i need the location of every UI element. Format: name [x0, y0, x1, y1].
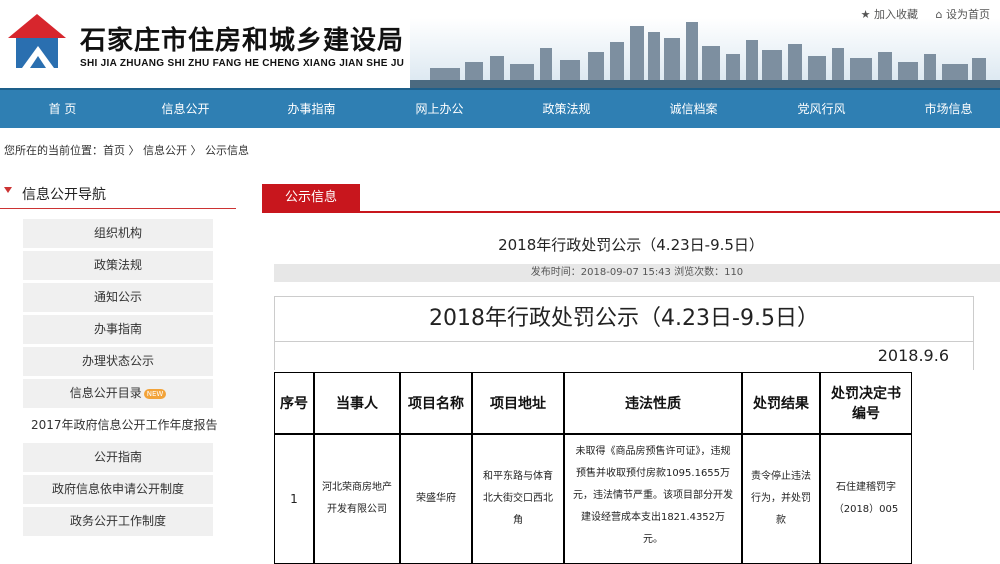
col-header-decision: 处罚决定书编号: [820, 372, 912, 434]
table-date-row: 2018.9.6: [274, 342, 974, 370]
article-title: 2018年行政处罚公示（4.23日-9.5日）: [498, 236, 764, 254]
article-meta: 发布时间：2018-09-07 15:43 浏览次数：110: [274, 264, 1000, 282]
breadcrumb-sep: 〉: [190, 144, 202, 157]
nav-policy[interactable]: 政策法规: [504, 90, 629, 128]
sidebar: 信息公开导航 组织机构 政策法规 通知公示 办事指南 办理状态公示 信息公开目录…: [0, 176, 236, 550]
cell-nature: 未取得《商品房预售许可证》，违规预售并收取预付房款1095.1655万元，违法情…: [564, 434, 742, 564]
cell-party: 河北荣商房地产开发有限公司: [314, 434, 400, 564]
sidebar-item-catalog[interactable]: 信息公开目录 NEW: [23, 379, 213, 408]
breadcrumb-sep: 〉: [128, 144, 140, 157]
top-links: ★ 加入收藏 ⌂ 设为首页: [847, 6, 990, 22]
penalty-table: 2018年行政处罚公示（4.23日-9.5日） 2018.9.6 序号 当事人 …: [274, 296, 974, 564]
sidebar-title: 信息公开导航: [22, 187, 106, 203]
sidebar-item-work-system[interactable]: 政务公开工作制度: [23, 507, 213, 536]
cell-decision: 石住建稽罚字（2018）005: [820, 434, 912, 564]
new-badge: NEW: [143, 388, 167, 399]
nav-info-public[interactable]: 信息公开: [123, 90, 248, 128]
breadcrumb-current: 公示信息: [205, 144, 249, 157]
main-content: 公示信息 2018年行政处罚公示（4.23日-9.5日） 发布时间：2018-0…: [262, 184, 1000, 564]
cell-result: 责令停止违法行为，并处罚款: [742, 434, 820, 564]
tab-underline: [262, 211, 1000, 213]
logo-icon: [8, 14, 66, 68]
tab-public-info[interactable]: 公示信息: [262, 184, 360, 212]
col-header-no: 序号: [274, 372, 314, 434]
nav-online-office[interactable]: 网上办公: [377, 90, 502, 128]
col-header-project: 项目名称: [400, 372, 472, 434]
sidebar-item-org[interactable]: 组织机构: [23, 219, 213, 248]
sidebar-header: 信息公开导航: [0, 176, 236, 209]
nav-credit-archive[interactable]: 诚信档案: [631, 90, 756, 128]
site-pinyin: SHI JIA ZHUANG SHI ZHU FANG HE CHENG XIA…: [80, 58, 405, 69]
sidebar-item-public-guide[interactable]: 公开指南: [23, 443, 213, 472]
add-favorite-link[interactable]: ★ 加入收藏: [861, 8, 918, 21]
col-header-result: 处罚结果: [742, 372, 820, 434]
set-homepage-label: 设为首页: [946, 8, 990, 21]
add-favorite-label: 加入收藏: [874, 8, 919, 21]
sidebar-item-catalog-label: 信息公开目录: [69, 386, 142, 400]
site-header: 石家庄市住房和城乡建设局 SHI JIA ZHUANG SHI ZHU FANG…: [0, 0, 1000, 88]
site-title: 石家庄市住房和城乡建设局: [80, 26, 405, 56]
sidebar-item-guide[interactable]: 办事指南: [23, 315, 213, 344]
sidebar-item-application[interactable]: 政府信息依申请公开制度: [23, 475, 213, 504]
table-date: 2018.9.6: [877, 346, 949, 365]
sidebar-item-annual-report[interactable]: 2017年政府信息公开工作年度报告: [23, 411, 223, 440]
table-title: 2018年行政处罚公示（4.23日-9.5日）: [274, 296, 974, 342]
sidebar-item-notice[interactable]: 通知公示: [23, 283, 213, 312]
sidebar-item-status[interactable]: 办理状态公示: [23, 347, 213, 376]
triangle-down-icon: [4, 187, 12, 193]
nav-conduct[interactable]: 党风行风: [759, 90, 884, 128]
breadcrumb-prefix: 您所在的当前位置：: [4, 144, 103, 157]
cell-project: 荣盛华府: [400, 434, 472, 564]
nav-market-info[interactable]: 市场信息: [886, 90, 1000, 128]
breadcrumb-home[interactable]: 首页: [103, 144, 125, 157]
breadcrumb-info-public[interactable]: 信息公开: [143, 144, 187, 157]
breadcrumb: 您所在的当前位置：首页 〉 信息公开 〉 公示信息: [0, 140, 1000, 162]
nav-service-guide[interactable]: 办事指南: [249, 90, 374, 128]
col-header-party: 当事人: [314, 372, 400, 434]
main-nav: 首 页 信息公开 办事指南 网上办公 政策法规 诚信档案 党风行风 市场信息: [0, 88, 1000, 128]
cell-address: 和平东路与体育北大街交口西北角: [472, 434, 564, 564]
nav-home[interactable]: 首 页: [0, 90, 125, 128]
col-header-nature: 违法性质: [564, 372, 742, 434]
set-homepage-link[interactable]: ⌂ 设为首页: [936, 8, 990, 21]
col-header-address: 项目地址: [472, 372, 564, 434]
sidebar-item-policy[interactable]: 政策法规: [23, 251, 213, 280]
skyline-banner: [410, 18, 1000, 88]
cell-no: 1: [274, 434, 314, 564]
